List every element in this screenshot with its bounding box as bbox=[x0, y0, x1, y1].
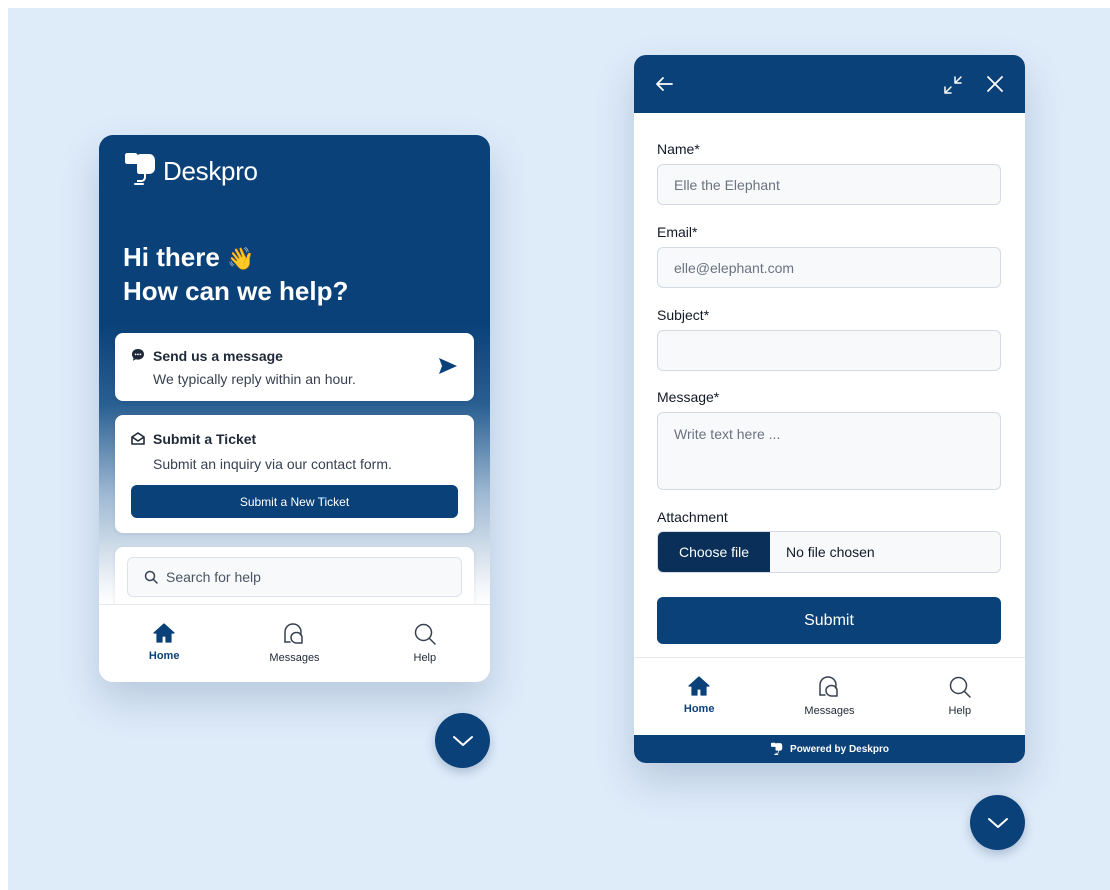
home-icon bbox=[153, 623, 175, 643]
powered-by-footer: Powered by Deskpro bbox=[634, 735, 1025, 763]
envelope-open-icon bbox=[131, 432, 145, 445]
minimize-widget-button[interactable] bbox=[435, 713, 490, 768]
name-label: Name* bbox=[657, 141, 700, 157]
nav-item-home[interactable]: Home bbox=[99, 605, 229, 682]
nav-label-messages: Messages bbox=[269, 652, 320, 664]
logo-text: Deskpro bbox=[163, 155, 258, 186]
deskpro-logo: Deskpro bbox=[123, 151, 258, 191]
submit-ticket-title: Submit a Ticket bbox=[153, 431, 257, 447]
chevron-down-icon bbox=[987, 817, 1008, 828]
messages-icon bbox=[284, 623, 304, 644]
subject-field[interactable] bbox=[657, 330, 1001, 371]
nav-label-home: Home bbox=[683, 703, 715, 715]
submit-button[interactable]: Submit bbox=[657, 597, 1001, 644]
send-message-card[interactable]: Send us a message We typically reply wit… bbox=[115, 333, 474, 401]
messages-icon bbox=[819, 676, 839, 697]
nav-item-help[interactable]: Help bbox=[360, 605, 490, 682]
attachment-label: Attachment bbox=[657, 509, 728, 525]
bottom-nav: Home Messages Help bbox=[99, 604, 490, 682]
subject-label: Subject* bbox=[657, 307, 710, 323]
elephant-logo-icon bbox=[771, 742, 783, 755]
send-message-title: Send us a message bbox=[153, 348, 283, 364]
nav-item-help[interactable]: Help bbox=[895, 658, 1025, 735]
search-icon bbox=[144, 570, 158, 584]
nav-label-help: Help bbox=[413, 652, 437, 664]
nav-item-messages[interactable]: Messages bbox=[764, 658, 894, 735]
widget-header bbox=[634, 55, 1025, 113]
close-icon[interactable] bbox=[985, 74, 1005, 94]
submit-ticket-subtitle: Submit an inquiry via our contact form. bbox=[153, 456, 392, 472]
nav-label-home: Home bbox=[148, 650, 180, 662]
message-label: Message* bbox=[657, 389, 720, 405]
search-icon bbox=[949, 676, 971, 698]
bottom-nav: Home Messages Help bbox=[634, 657, 1025, 735]
greeting-line2: How can we help? bbox=[123, 276, 349, 306]
back-arrow-icon[interactable] bbox=[654, 74, 674, 94]
greeting-line1: Hi there bbox=[123, 242, 220, 272]
nav-label-messages: Messages bbox=[804, 705, 855, 717]
email-label: Email* bbox=[657, 224, 698, 240]
send-message-subtitle: We typically reply within an hour. bbox=[153, 371, 356, 387]
name-field[interactable] bbox=[657, 164, 1001, 205]
home-icon bbox=[688, 676, 710, 696]
ticket-widget: Name* Email* Subject* Message* Attachmen… bbox=[634, 55, 1025, 763]
powered-by-text: Powered by Deskpro bbox=[790, 743, 889, 755]
home-widget: Deskpro Hi there 👋 How can we help? Send… bbox=[99, 135, 490, 682]
send-icon[interactable] bbox=[438, 357, 458, 375]
minimize-widget-button[interactable] bbox=[970, 795, 1025, 850]
file-status: No file chosen bbox=[786, 544, 875, 560]
search-box[interactable] bbox=[127, 557, 462, 597]
choose-file-button[interactable]: Choose file bbox=[658, 532, 770, 572]
collapse-icon[interactable] bbox=[942, 74, 964, 96]
submit-ticket-card: Submit a Ticket Submit an inquiry via ou… bbox=[115, 415, 474, 533]
chevron-down-icon bbox=[452, 735, 473, 746]
search-input[interactable] bbox=[166, 569, 406, 585]
nav-item-home[interactable]: Home bbox=[634, 658, 764, 735]
nav-item-messages[interactable]: Messages bbox=[229, 605, 359, 682]
waving-hand-icon: 👋 bbox=[227, 246, 255, 271]
greeting: Hi there 👋 How can we help? bbox=[123, 241, 348, 308]
nav-label-help: Help bbox=[948, 705, 972, 717]
message-field[interactable] bbox=[657, 412, 1001, 490]
email-field[interactable] bbox=[657, 247, 1001, 288]
submit-new-ticket-button[interactable]: Submit a New Ticket bbox=[131, 485, 458, 518]
elephant-logo-icon bbox=[125, 153, 155, 185]
attachment-field: Choose file No file chosen bbox=[657, 531, 1001, 573]
chat-bubble-icon bbox=[132, 349, 144, 361]
search-icon bbox=[414, 623, 436, 645]
